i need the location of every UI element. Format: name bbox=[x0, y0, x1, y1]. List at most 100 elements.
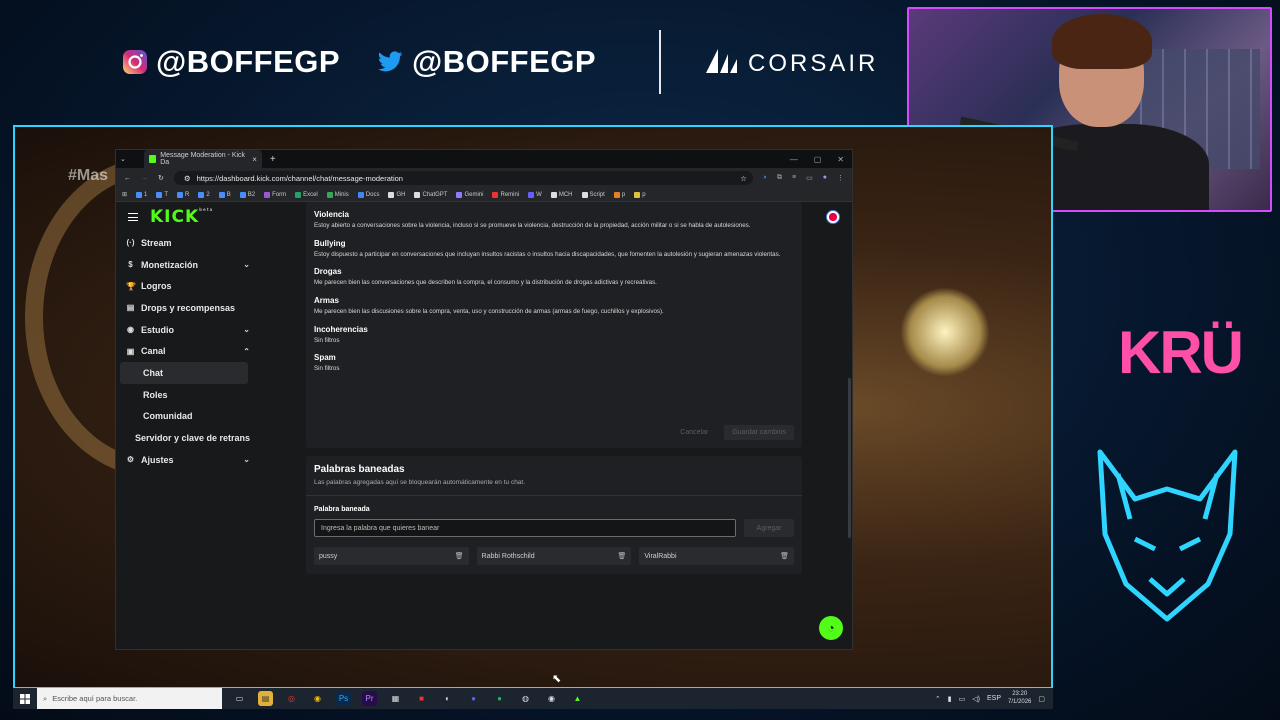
sidebar-item-comunidad[interactable]: Comunidad bbox=[116, 406, 256, 428]
obs-icon[interactable]: ◉ bbox=[544, 691, 559, 706]
tab-list-chevron-icon[interactable]: ⌄ bbox=[120, 155, 126, 163]
forward-icon[interactable]: → bbox=[141, 175, 148, 182]
sidebar-item-monetizacion[interactable]: $ Monetización ⌄ bbox=[116, 254, 256, 276]
app-icon[interactable]: ▦ bbox=[388, 691, 403, 706]
steam-icon[interactable]: ◐ bbox=[440, 691, 455, 706]
bookmark-item[interactable]: T bbox=[156, 191, 168, 198]
sidebar-item-drops[interactable]: ▤ Drops y recompensas bbox=[116, 297, 256, 319]
volume-icon[interactable]: ◁) bbox=[972, 695, 980, 703]
menu-icon[interactable]: ⋮ bbox=[837, 174, 844, 182]
sidebar-item-ajustes[interactable]: ⚙ Ajustes ⌄ bbox=[116, 449, 256, 471]
language-indicator[interactable]: ESP bbox=[987, 695, 1001, 702]
bookmark-item[interactable]: p bbox=[613, 191, 625, 198]
stream-icon: (·) bbox=[126, 238, 135, 248]
bookmark-item[interactable]: MCH bbox=[550, 191, 573, 198]
dollar-icon: $ bbox=[128, 260, 133, 270]
banned-word-input[interactable]: Ingresa la palabra que quieres banear bbox=[314, 519, 736, 537]
bookmark-item[interactable]: 1 bbox=[136, 191, 147, 198]
profile-icon[interactable]: ● bbox=[823, 174, 827, 182]
bookmark-item[interactable]: Form bbox=[264, 191, 286, 198]
bookmark-item[interactable]: Minis bbox=[326, 191, 349, 198]
mic-icon[interactable]: ▮ bbox=[948, 695, 952, 703]
sidebar-item-canal[interactable]: ▣ Canal ⌃ bbox=[116, 340, 256, 362]
app-icon-3[interactable]: ▲ bbox=[570, 691, 585, 706]
bookmark-item[interactable]: R bbox=[177, 191, 189, 198]
network-icon[interactable]: ▭ bbox=[959, 695, 966, 703]
bookmark-favicon-icon bbox=[492, 191, 499, 198]
trash-icon[interactable]: 🗑 bbox=[617, 552, 626, 560]
save-changes-button[interactable]: Guardar cambios bbox=[724, 425, 794, 440]
new-tab-button[interactable]: + bbox=[270, 154, 276, 165]
extension-icon[interactable]: ◗ bbox=[763, 174, 767, 182]
avatar[interactable] bbox=[826, 210, 840, 224]
premiere-icon[interactable]: Pr bbox=[362, 691, 377, 706]
sidebar-item-logros[interactable]: 🏆 Logros bbox=[116, 275, 256, 297]
clock[interactable]: 23:20 7/1/2026 bbox=[1008, 691, 1031, 705]
banned-word-chip: Rabbi Rothschild 🗑 bbox=[476, 547, 632, 565]
bookmark-item[interactable]: Script bbox=[581, 191, 605, 198]
sidebar-item-servidor[interactable]: Servidor y clave de retrans bbox=[116, 427, 256, 449]
bookmark-item[interactable]: Excel bbox=[295, 191, 318, 198]
moderation-category[interactable]: Armas Me parecen bien las discusiones sob… bbox=[314, 296, 794, 317]
task-view-icon[interactable]: ▭ bbox=[232, 691, 247, 706]
close-window-icon[interactable]: ✕ bbox=[837, 155, 844, 164]
taskbar-search[interactable]: ⌕ Escribe aquí para buscar. bbox=[37, 688, 222, 709]
kick-logo[interactable]: KICKbeta bbox=[150, 207, 213, 227]
hamburger-menu-icon[interactable] bbox=[128, 213, 138, 221]
app-icon-2[interactable]: ◍ bbox=[518, 691, 533, 706]
sidebar-item-roles[interactable]: Roles bbox=[116, 384, 256, 406]
moderation-category[interactable]: Drogas Me parecen bien las conversaciones… bbox=[314, 267, 794, 288]
help-chat-icon[interactable]: ◔ bbox=[819, 616, 843, 640]
add-button[interactable]: Agregar bbox=[744, 519, 794, 537]
opera-icon[interactable]: ◎ bbox=[284, 691, 299, 706]
tray-chevron-icon[interactable]: ⌃ bbox=[935, 695, 941, 703]
bookmark-favicon-icon bbox=[357, 191, 364, 198]
cancel-button[interactable]: Cancelar bbox=[672, 425, 716, 440]
scrollbar[interactable] bbox=[848, 378, 851, 538]
notifications-icon[interactable]: ▢ bbox=[1038, 695, 1045, 703]
moderation-categories-card: Violencia Estoy abierto a conversaciones … bbox=[306, 202, 802, 448]
photoshop-icon[interactable]: Ps bbox=[336, 691, 351, 706]
moderation-category[interactable]: Spam Sin filtros bbox=[314, 353, 794, 374]
banned-word-list: pussy 🗑 Rabbi Rothschild 🗑 ViralRabbi 🗑 bbox=[314, 547, 795, 565]
minimize-icon[interactable]: — bbox=[790, 155, 798, 164]
chrome-icon[interactable]: ◉ bbox=[310, 691, 325, 706]
apps-grid-icon[interactable]: ⊞ bbox=[122, 191, 127, 198]
bookmark-item[interactable]: ChatGPT bbox=[414, 191, 447, 198]
trash-icon[interactable]: 🗑 bbox=[455, 552, 464, 560]
windows-start-icon[interactable] bbox=[13, 693, 37, 704]
bookmark-item[interactable]: W bbox=[528, 191, 542, 198]
app-red-icon[interactable]: ■ bbox=[414, 691, 429, 706]
url-field[interactable]: ⚙ https://dashboard.kick.com/channel/cha… bbox=[173, 171, 753, 185]
bookmark-item[interactable]: B bbox=[218, 191, 231, 198]
sidebar-item-stream[interactable]: (·) Stream bbox=[116, 232, 256, 254]
bookmark-item[interactable]: Remini bbox=[492, 191, 519, 198]
bookmark-item[interactable]: B2 bbox=[239, 191, 255, 198]
bookmark-item[interactable]: p bbox=[634, 191, 646, 198]
tab-message-moderation[interactable]: Message Moderation - Kick Da × bbox=[143, 150, 262, 168]
moderation-category[interactable]: Incoherencias Sin filtros bbox=[314, 325, 794, 346]
discord-icon[interactable]: ● bbox=[466, 691, 481, 706]
file-explorer-icon[interactable]: ▤ bbox=[258, 691, 273, 706]
gift-icon: ▤ bbox=[126, 303, 135, 313]
sidebar-item-estudio[interactable]: ◉ Estudio ⌄ bbox=[116, 319, 256, 341]
sidebar-item-chat[interactable]: Chat bbox=[120, 362, 248, 384]
split-icon[interactable]: ▭ bbox=[806, 174, 813, 182]
bookmark-item[interactable]: GH bbox=[388, 191, 405, 198]
spotify-icon[interactable]: ● bbox=[492, 691, 507, 706]
moderation-category[interactable]: Violencia Estoy abierto a conversaciones … bbox=[314, 210, 794, 231]
moderation-category[interactable]: Bullying Estoy dispuesto a participar en … bbox=[314, 239, 794, 260]
site-info-icon[interactable]: ⚙ bbox=[184, 174, 191, 183]
trash-icon[interactable]: 🗑 bbox=[780, 552, 789, 560]
extensions-puzzle-icon[interactable]: ⧉ bbox=[777, 174, 782, 182]
sponsor-logo: CORSAIR bbox=[704, 45, 878, 82]
maximize-icon[interactable]: ▢ bbox=[814, 155, 822, 164]
bookmark-star-icon[interactable]: ☆ bbox=[740, 174, 747, 183]
close-tab-icon[interactable]: × bbox=[252, 155, 257, 164]
back-icon[interactable]: ← bbox=[124, 175, 131, 182]
bookmark-item[interactable]: Docs bbox=[357, 191, 379, 198]
reload-icon[interactable]: ↻ bbox=[158, 174, 164, 182]
bookmark-item[interactable]: Gemini bbox=[456, 191, 483, 198]
bookmark-item[interactable]: 2 bbox=[198, 191, 210, 198]
media-icon[interactable]: ≡ bbox=[792, 174, 796, 182]
